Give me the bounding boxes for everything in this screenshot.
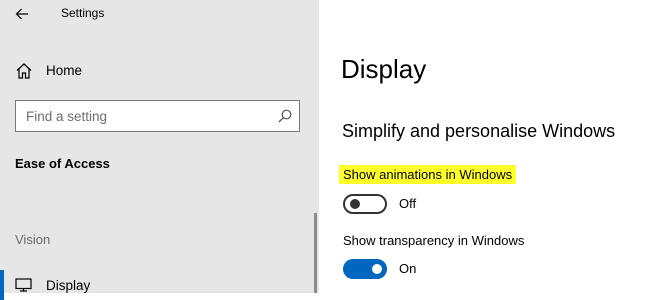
toggle-knob <box>372 264 382 274</box>
back-button[interactable] <box>9 2 35 26</box>
sidebar: Settings Home Ease of Access Vision Disp… <box>0 0 319 300</box>
back-arrow-icon <box>15 8 28 20</box>
search-input[interactable] <box>16 101 256 131</box>
page-title: Display <box>341 54 427 84</box>
toggle-state-label: On <box>399 261 417 276</box>
toggle-knob <box>350 199 360 209</box>
sidebar-item-label: Home <box>46 63 83 78</box>
setting-label-show-animations: Show animations in Windows <box>339 165 517 184</box>
toggle-switch[interactable] <box>343 259 387 279</box>
sidebar-item-label: Display <box>46 278 91 293</box>
toggle-state-label: Off <box>399 196 417 211</box>
search-box[interactable] <box>15 100 300 132</box>
window-title: Settings <box>61 6 105 20</box>
group-label-vision: Vision <box>15 232 51 247</box>
home-icon <box>15 62 33 85</box>
main-content: Display Simplify and personalise Windows… <box>319 0 652 293</box>
category-title: Ease of Access <box>15 156 110 171</box>
sidebar-item-home[interactable]: Home <box>0 56 319 86</box>
setting-label-show-transparency: Show transparency in Windows <box>343 233 525 248</box>
toggle-switch[interactable] <box>343 194 387 214</box>
selection-indicator <box>0 270 4 300</box>
monitor-icon <box>15 278 32 297</box>
search-icon[interactable] <box>278 109 292 128</box>
sidebar-scrollbar[interactable] <box>314 213 317 293</box>
section-title: Simplify and personalise Windows <box>342 121 616 141</box>
sidebar-item-display[interactable]: Display <box>0 270 313 300</box>
